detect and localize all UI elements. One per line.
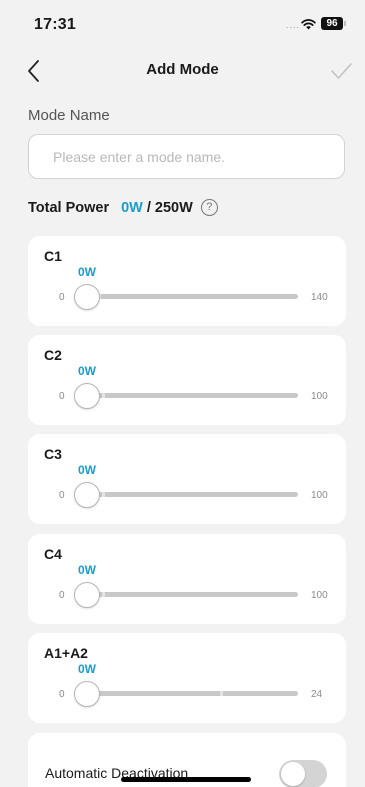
port-card-c4: C4 0W 0 100 [28, 534, 346, 624]
total-power-label: Total Power [28, 199, 110, 216]
page-title: Add Mode [146, 61, 219, 78]
slider-tick [102, 393, 105, 398]
power-slider-track[interactable] [88, 492, 298, 497]
slider-max: 100 [311, 490, 328, 501]
slider-tick [102, 592, 105, 597]
slider-thumb[interactable] [74, 482, 100, 508]
slider-max: 100 [311, 391, 328, 402]
port-card-c3: C3 0W 0 100 [28, 434, 346, 524]
slider-tick [220, 691, 223, 696]
slider-max: 140 [311, 292, 328, 303]
checkmark-icon[interactable] [329, 60, 353, 82]
slider-min: 0 [59, 292, 65, 303]
total-power-max: 250W [154, 199, 193, 216]
port-power-value: 0W [78, 563, 96, 577]
port-power-value: 0W [78, 463, 96, 477]
total-power: Total Power 0W / 250W ? [28, 199, 218, 216]
total-power-separator: / [146, 199, 151, 216]
signal-icon: .... [286, 20, 301, 30]
wifi-icon [301, 19, 316, 30]
power-slider-track[interactable] [88, 691, 298, 696]
port-card-c2: C2 0W 0 100 [28, 335, 346, 425]
slider-max: 100 [311, 590, 328, 601]
slider-thumb[interactable] [74, 284, 100, 310]
port-card-a1-a2: A1+A2 0W 0 24 [28, 633, 346, 723]
port-name: C2 [44, 347, 62, 363]
power-slider-track[interactable] [88, 393, 298, 398]
slider-tick [102, 492, 105, 497]
slider-thumb[interactable] [74, 681, 100, 707]
mode-name-label: Mode Name [28, 107, 110, 124]
port-name: C3 [44, 446, 62, 462]
battery-cap [344, 21, 346, 26]
port-power-value: 0W [78, 265, 96, 279]
status-bar: 17:31 .... 96 [0, 0, 365, 44]
slider-min: 0 [59, 689, 65, 700]
battery-icon: 96 [321, 17, 343, 30]
port-power-value: 0W [78, 364, 96, 378]
slider-min: 0 [59, 391, 65, 402]
slider-min: 0 [59, 590, 65, 601]
mode-name-field-container [28, 134, 345, 179]
port-name: C1 [44, 248, 62, 264]
slider-thumb[interactable] [74, 383, 100, 409]
slider-min: 0 [59, 490, 65, 501]
auto-deactivation-toggle[interactable] [279, 760, 327, 787]
home-indicator[interactable] [121, 777, 251, 782]
power-slider-track[interactable] [88, 592, 298, 597]
toggle-knob [281, 762, 305, 786]
slider-max: 24 [311, 689, 323, 700]
port-power-value: 0W [78, 662, 96, 676]
mode-name-input[interactable] [29, 135, 344, 178]
total-power-value: 0W [121, 199, 143, 216]
slider-thumb[interactable] [74, 582, 100, 608]
status-time: 17:31 [34, 16, 76, 33]
power-slider-track[interactable] [88, 294, 298, 299]
question-circle-icon[interactable]: ? [200, 199, 218, 216]
port-name: C4 [44, 546, 62, 562]
port-name: A1+A2 [44, 645, 88, 661]
port-card-c1: C1 0W 0 140 [28, 236, 346, 326]
